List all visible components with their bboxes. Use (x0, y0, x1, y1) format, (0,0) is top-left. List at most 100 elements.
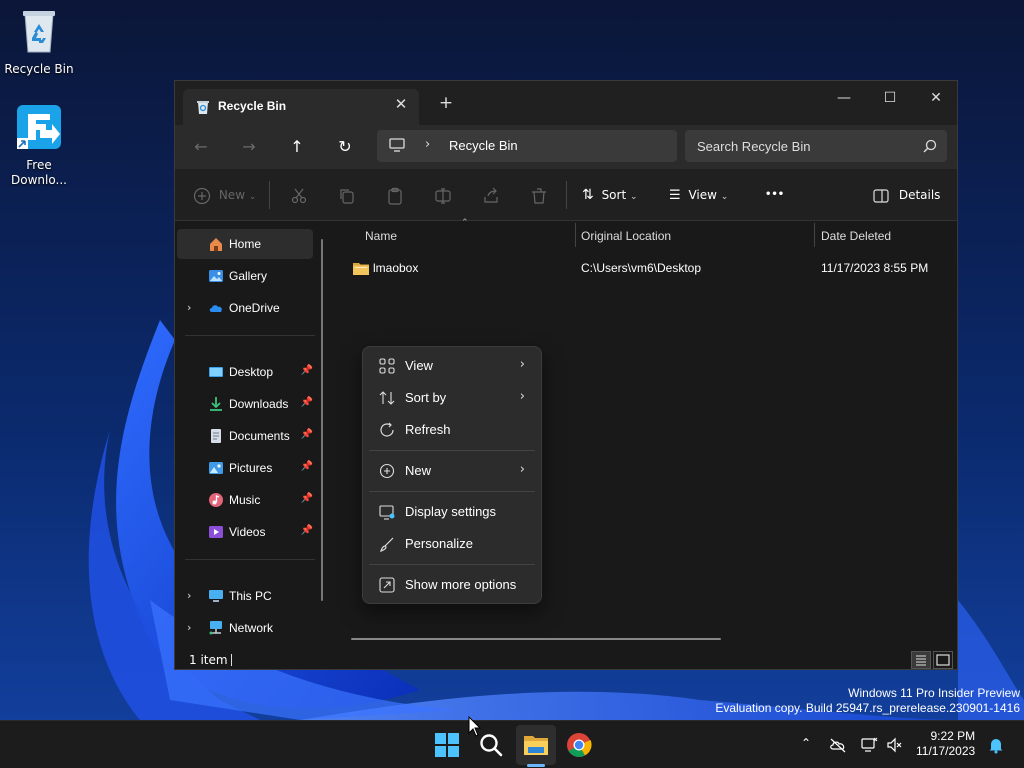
menu-item-sort-by[interactable]: Sort by › (367, 383, 537, 413)
sidebar-item-label: Pictures (229, 461, 273, 475)
column-header-original-location[interactable]: Original Location (581, 229, 671, 243)
view-button[interactable]: ☰ View ⌄ (669, 183, 728, 207)
chevron-right-icon[interactable]: › (187, 589, 191, 602)
notification-bell-icon[interactable] (987, 736, 1005, 754)
share-button[interactable] (482, 183, 500, 207)
menu-item-refresh[interactable]: Refresh (367, 415, 537, 445)
item-count: 1 item (189, 653, 228, 667)
refresh-icon (380, 422, 394, 437)
new-tab-button[interactable]: + (437, 94, 455, 112)
grid-icon (379, 358, 395, 374)
menu-item-label: Refresh (405, 422, 451, 437)
back-button[interactable]: ← (189, 135, 213, 159)
delete-button[interactable] (530, 183, 548, 207)
sidebar-item-onedrive[interactable]: › OneDrive (177, 293, 313, 323)
column-divider[interactable] (575, 223, 576, 247)
taskbar-item-file-explorer[interactable] (516, 725, 556, 765)
sidebar-item-pictures[interactable]: Pictures 📌 (177, 453, 313, 483)
sidebar-item-videos[interactable]: Videos 📌 (177, 517, 313, 547)
sidebar-item-label: Desktop (229, 365, 274, 379)
new-button[interactable]: New ⌄ (193, 183, 256, 207)
pc-icon (209, 590, 223, 602)
start-windows-icon[interactable] (433, 731, 461, 759)
download-manager-icon (17, 105, 61, 149)
sidebar-scrollbar[interactable] (321, 239, 323, 601)
desktop-icon-free-download[interactable]: Free Downlo... (4, 104, 74, 188)
cloud-icon (209, 305, 222, 312)
network-status-icon[interactable] (860, 736, 878, 754)
maximize-button[interactable]: ☐ (875, 87, 905, 111)
volume-muted-icon[interactable] (886, 736, 904, 754)
folder-icon (353, 263, 369, 275)
tab-recycle-bin[interactable]: Recycle Bin ✕ (183, 89, 419, 125)
refresh-button[interactable]: ↻ (333, 135, 357, 159)
download-icon (210, 397, 222, 411)
horizontal-scrollbar[interactable] (351, 638, 721, 640)
document-icon (211, 429, 221, 443)
tab-close-button[interactable]: ✕ (393, 96, 409, 112)
sidebar-item-gallery[interactable]: Gallery (177, 261, 313, 291)
file-name: lmaobox (373, 261, 419, 275)
copy-button[interactable] (338, 183, 356, 207)
column-divider[interactable] (814, 223, 815, 247)
large-icons-view-icon (936, 654, 950, 666)
sidebar-item-desktop[interactable]: Desktop 📌 (177, 357, 313, 387)
menu-divider (369, 450, 535, 451)
breadcrumb-recycle-bin[interactable]: Recycle Bin (449, 138, 518, 153)
cut-button[interactable] (290, 183, 308, 207)
sidebar-item-this-pc[interactable]: › This PC (177, 581, 313, 611)
navigation-pane: Home Gallery › OneDrive Desktop 📌 Downlo… (175, 221, 333, 651)
chevron-down-icon: ⌄ (720, 192, 729, 202)
chrome-icon[interactable] (565, 731, 593, 759)
address-bar[interactable]: › Recycle Bin (377, 130, 677, 162)
chevron-right-icon[interactable]: › (187, 301, 191, 314)
mouse-cursor-icon (468, 716, 482, 737)
up-button[interactable]: ↑ (285, 135, 309, 159)
sidebar-item-documents[interactable]: Documents 📌 (177, 421, 313, 451)
title-bar[interactable]: Recycle Bin ✕ + — ☐ ✕ (175, 81, 957, 125)
sidebar-divider (185, 559, 315, 560)
column-header-date-deleted[interactable]: Date Deleted (821, 229, 891, 243)
sidebar-item-music[interactable]: Music 📌 (177, 485, 313, 515)
minimize-button[interactable]: — (829, 87, 859, 111)
desktop-icon-recycle-bin[interactable]: Recycle Bin (4, 8, 74, 77)
home-icon (210, 238, 222, 251)
details-view-toggle[interactable] (911, 651, 931, 669)
sidebar-item-label: Documents (229, 429, 290, 443)
cloud-offline-icon[interactable] (829, 736, 847, 754)
trash-icon (532, 187, 546, 204)
rename-button[interactable] (434, 183, 452, 207)
menu-divider (369, 564, 535, 565)
system-clock[interactable]: 9:22 PM 11/17/2023 (916, 729, 975, 759)
search-box[interactable] (685, 130, 947, 162)
details-pane-button[interactable]: Details (873, 183, 940, 207)
menu-item-show-more-options[interactable]: Show more options (367, 570, 537, 600)
menu-item-view[interactable]: View › (367, 351, 537, 381)
more-options-button[interactable]: ••• (765, 183, 784, 207)
chevron-right-icon[interactable]: › (187, 621, 191, 634)
menu-item-personalize[interactable]: Personalize (367, 529, 537, 559)
tab-title: Recycle Bin (218, 99, 287, 113)
sidebar-item-home[interactable]: Home (177, 229, 313, 259)
file-date-deleted: 11/17/2023 8:55 PM (821, 261, 929, 275)
menu-item-label: Show more options (405, 577, 517, 592)
close-button[interactable]: ✕ (921, 87, 951, 111)
clock-time: 9:22 PM (930, 729, 976, 743)
large-icons-view-toggle[interactable] (933, 651, 953, 669)
menu-item-display-settings[interactable]: Display settings (367, 497, 537, 527)
sort-button[interactable]: ⇅ Sort ⌄ (582, 183, 638, 207)
menu-item-new[interactable]: New › (367, 456, 537, 486)
chevron-up-icon[interactable]: ⌃ (797, 736, 815, 754)
column-header-name[interactable]: Name (365, 229, 397, 243)
context-menu: View › Sort by › Refresh New › Display s… (362, 346, 542, 604)
recycle-bin-icon (197, 101, 209, 114)
file-original-location: C:\Users\vm6\Desktop (581, 261, 702, 275)
paste-button[interactable] (386, 183, 404, 207)
sort-icon (379, 391, 395, 405)
sidebar-item-network[interactable]: › Network (177, 613, 313, 643)
sidebar-item-downloads[interactable]: Downloads 📌 (177, 389, 313, 419)
brush-icon (380, 537, 394, 552)
forward-button[interactable]: → (237, 135, 261, 159)
search-input[interactable] (685, 130, 915, 162)
desktop-icon (209, 367, 223, 377)
